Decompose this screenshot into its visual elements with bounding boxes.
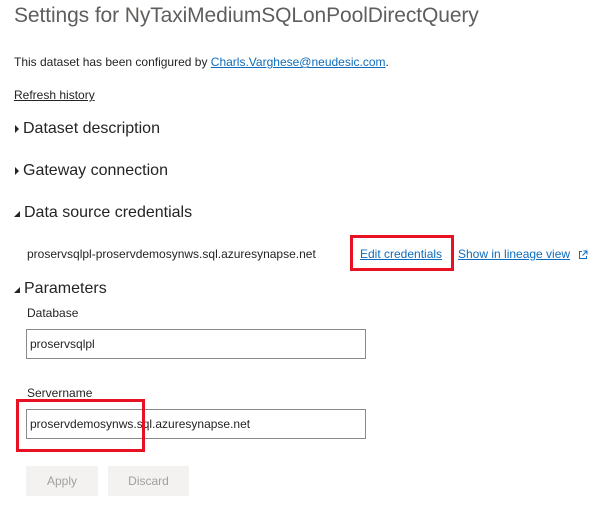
discard-button[interactable]: Discard (108, 466, 189, 496)
caret-right-icon (12, 123, 21, 135)
show-lineage-view-label: Show in lineage view (458, 247, 571, 261)
page-title: Settings for NyTaxiMediumSQLonPoolDirect… (14, 4, 479, 27)
section-dataset-description[interactable]: Dataset description (12, 120, 160, 138)
servername-input[interactable] (26, 409, 366, 439)
caret-down-icon (12, 283, 22, 295)
section-parameters[interactable]: Parameters (12, 280, 107, 298)
configured-by-text: This dataset has been configured by Char… (14, 55, 389, 69)
configured-by-suffix: . (385, 55, 389, 69)
section-dataset-description-label: Dataset description (23, 120, 160, 137)
refresh-history-link[interactable]: Refresh history (14, 88, 95, 102)
database-label: Database (27, 306, 79, 320)
data-source-name: proservsqlpl-proservdemosynws.sql.azures… (27, 247, 316, 261)
caret-right-icon (12, 165, 21, 177)
section-gateway-connection[interactable]: Gateway connection (12, 162, 168, 180)
edit-credentials-link[interactable]: Edit credentials (360, 247, 442, 261)
configured-by-user-link[interactable]: Charls.Varghese@neudesic.com (211, 55, 386, 69)
servername-label: Servername (27, 386, 93, 400)
apply-button[interactable]: Apply (26, 466, 98, 496)
show-lineage-view-link[interactable]: Show in lineage view (458, 247, 588, 261)
configured-by-prefix: This dataset has been configured by (14, 55, 211, 69)
section-data-source-credentials[interactable]: Data source credentials (12, 204, 192, 222)
external-link-icon (578, 249, 588, 259)
section-parameters-label: Parameters (24, 280, 107, 297)
section-gateway-connection-label: Gateway connection (23, 162, 168, 179)
database-input[interactable] (26, 329, 366, 359)
section-data-source-credentials-label: Data source credentials (24, 204, 193, 221)
caret-down-icon (12, 207, 22, 219)
